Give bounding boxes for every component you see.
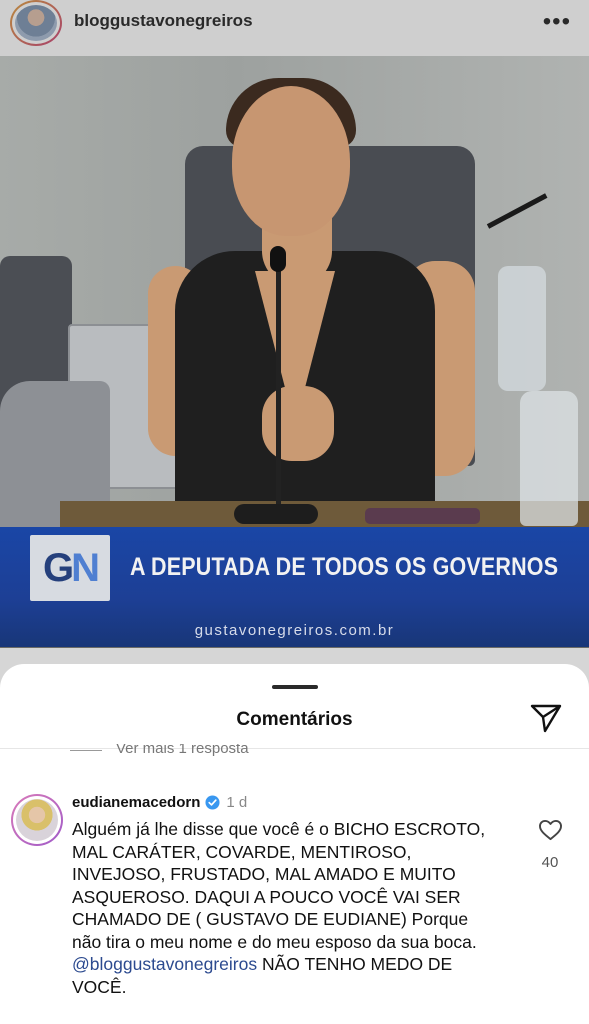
comment-avatar[interactable] [11,794,63,846]
post-avatar-photo [15,5,57,41]
banner-title: A DEPUTADA DE TODOS OS GOVERNOS [130,553,559,581]
comment-time: 1 d [226,794,248,811]
verified-badge-icon [205,795,220,810]
more-horizontal-icon[interactable]: ••• [543,8,571,36]
person-face [232,86,350,236]
banner-url: gustavonegreiros.com.br [194,622,395,639]
comment-header: eudianemacedorn 1 d [72,794,247,811]
microphone [270,246,286,272]
news-banner: GN A DEPUTADA DE TODOS OS GOVERNOS gusta… [0,527,589,647]
like-count: 40 [541,854,559,871]
post-image[interactable]: GN A DEPUTADA DE TODOS OS GOVERNOS gusta… [0,56,589,648]
sheet-title: Comentários [236,709,353,730]
comment-avatar-photo [16,799,58,841]
gn-logo: GN [30,535,110,601]
comments-sheet: Comentários Ver mais 1 resposta eudianem… [0,664,589,1024]
send-icon[interactable] [529,702,563,734]
comment-username[interactable]: eudianemacedorn [72,794,200,811]
comment-mention[interactable]: @bloggustavonegreiros [72,954,257,974]
sheet-grab-handle[interactable] [272,685,318,689]
post-header: bloggustavonegreiros ••• [0,0,589,56]
comment-text: Alguém já lhe disse que você é o BICHO E… [72,819,486,997]
instagram-screen: bloggustavonegreiros ••• GN A DEPUTADA D… [0,0,589,1024]
post-avatar[interactable] [10,0,62,46]
view-more-replies[interactable]: Ver mais 1 resposta [70,744,249,764]
heart-icon[interactable] [538,819,563,841]
post-username[interactable]: bloggustavonegreiros [74,11,253,31]
